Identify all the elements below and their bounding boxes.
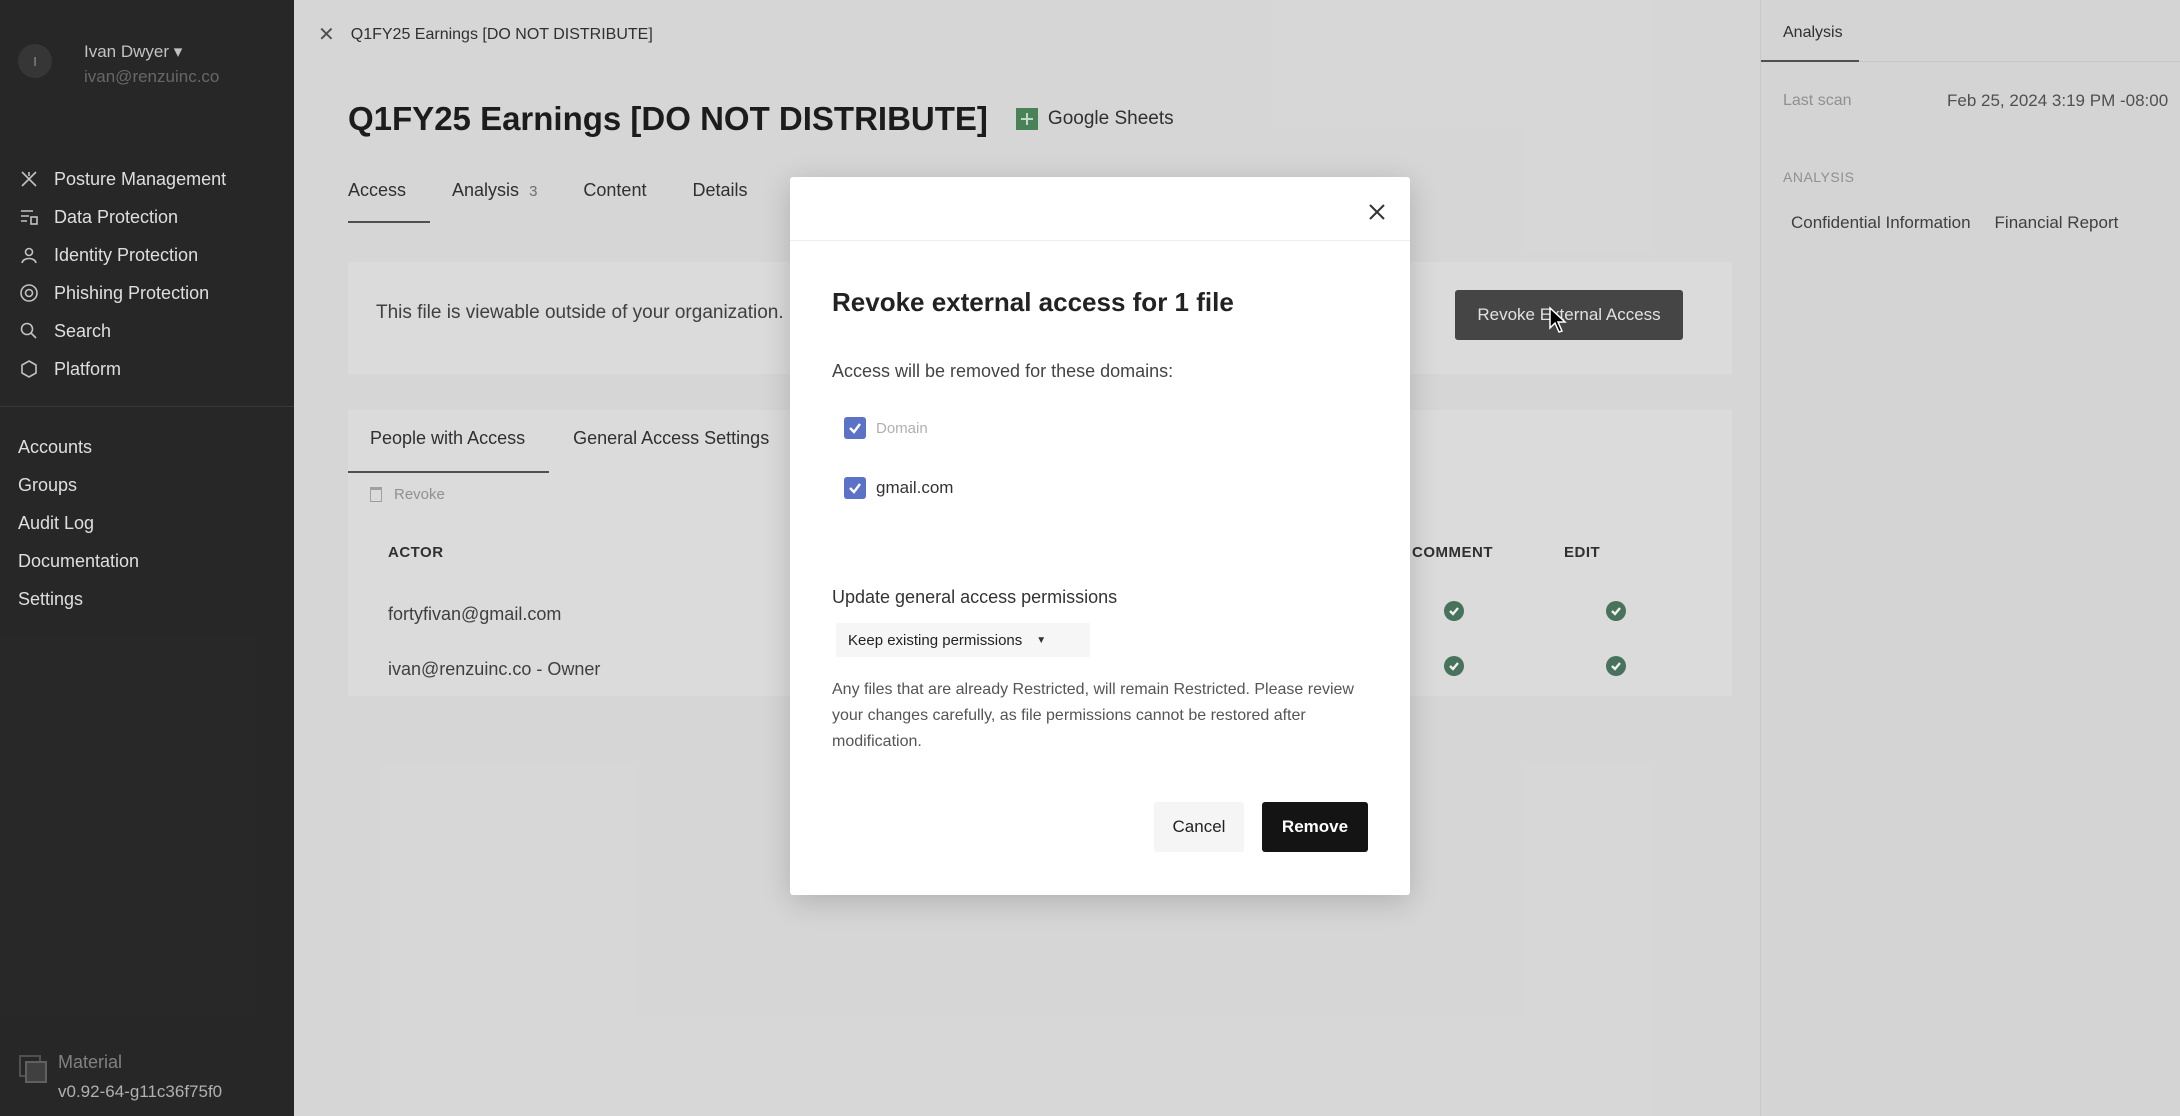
close-icon[interactable] — [1362, 197, 1392, 227]
domain-row-gmail[interactable]: gmail.com — [844, 477, 953, 499]
domain-header-row[interactable]: Domain — [844, 417, 928, 439]
permissions-select-value: Keep existing permissions — [848, 631, 1023, 649]
remove-button[interactable]: Remove — [1262, 802, 1368, 852]
domain-label: gmail.com — [876, 478, 954, 497]
mouse-cursor-icon — [1549, 306, 1567, 333]
permissions-select[interactable]: Keep existing permissions ▼ — [836, 623, 1090, 657]
checkbox-gmail[interactable] — [844, 477, 866, 499]
modal-title: Revoke external access for 1 file — [832, 287, 1234, 317]
modal-divider — [790, 240, 1410, 241]
modal-subtitle: Access will be removed for these domains… — [832, 361, 1174, 381]
domain-column-label: Domain — [876, 419, 928, 437]
caret-down-icon: ▼ — [1036, 634, 1047, 646]
checkbox-select-all[interactable] — [844, 417, 866, 439]
revoke-modal: Revoke external access for 1 file Access… — [790, 177, 1410, 895]
cancel-button[interactable]: Cancel — [1154, 802, 1244, 852]
modal-warning-note: Any files that are already Restricted, w… — [832, 681, 1354, 750]
update-permissions-label: Update general access permissions — [832, 587, 1118, 607]
